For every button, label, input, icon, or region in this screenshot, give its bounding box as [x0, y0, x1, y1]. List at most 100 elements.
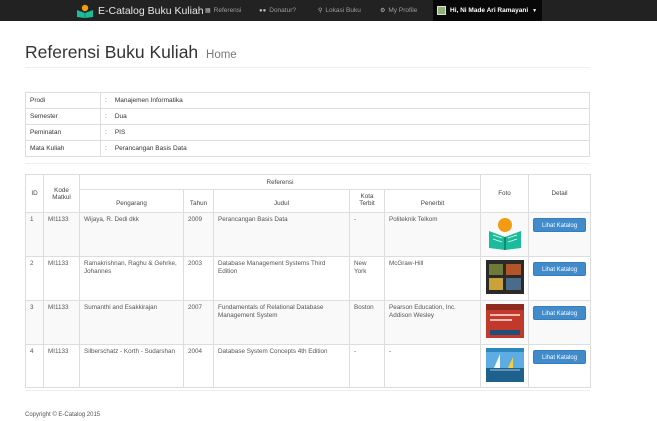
nav-my-profile-label: My Profile [388, 7, 418, 14]
header-divider [25, 67, 590, 68]
lihat-katalog-button[interactable]: Lihat Katalog [533, 305, 587, 320]
cell-kode: MI1133 [43, 212, 80, 257]
cell-foto [480, 343, 530, 389]
info-label: Mata Kuliah [25, 140, 101, 157]
info-row-mata-kuliah: Mata Kuliah : Perancangan Basis Data [25, 140, 590, 157]
cell-kode: MI1133 [43, 343, 80, 389]
section-divider [25, 163, 590, 164]
info-label: Semester [25, 108, 101, 125]
col-header-detail: Detail [528, 174, 592, 213]
info-row-peminatan: Peminatan : PIS [25, 124, 590, 141]
table-row: 3 MI1133 Sumanthi and Esakkirajan 2007 F… [25, 299, 592, 345]
col-header-penerbit: Penerbit [383, 189, 482, 213]
cell-kota: - [349, 212, 385, 257]
cell-tahun: 2009 [183, 212, 214, 257]
cell-kota: Boston [349, 299, 385, 345]
cell-tahun: 2003 [183, 255, 214, 301]
cell-foto [480, 255, 530, 301]
lihat-katalog-button[interactable]: Lihat Katalog [533, 218, 587, 232]
nav-donatur[interactable]: ●● Donatur? [259, 0, 296, 21]
user-menu-dropdown[interactable]: Hi, Ni Made Ari Ramayani ▼ [433, 0, 543, 21]
info-separator: : [99, 124, 111, 141]
page-title: Referensi Buku Kuliah Home [25, 42, 237, 63]
cell-judul: Perancangan Basis Data [213, 212, 350, 257]
cell-pengarang: Wijaya, R. Dedi dkk [79, 212, 184, 257]
cell-penerbit: McGraw-Hill [383, 255, 482, 301]
nav-referensi-label: Referensi [213, 7, 242, 14]
caret-down-icon: ▼ [532, 7, 538, 14]
brand-title: E-Catalog Buku Kuliah [98, 4, 204, 17]
nav-my-profile[interactable]: ⚙ My Profile [380, 0, 417, 21]
cell-kode: MI1133 [43, 255, 80, 301]
brand-link[interactable]: E-Catalog Buku Kuliah [76, 2, 204, 19]
info-separator: : [99, 140, 111, 157]
cell-judul: Database System Concepts 4th Edition [213, 343, 350, 389]
user-greeting: Hi, Ni Made Ari Ramayani [450, 7, 529, 14]
nav-lokasi-buku-label: Lokasi Buku [325, 7, 361, 14]
cell-detail: Lihat Katalog [528, 255, 592, 301]
book-cover-dark-image [485, 259, 524, 294]
cell-pengarang: Silberschatz - Korth - Sudarshan [79, 343, 184, 389]
cell-pengarang: Ramakrishnan, Raghu & Gehrke, Johannes [79, 255, 184, 301]
info-value: Perancangan Basis Data [110, 140, 590, 157]
info-value: Dua [110, 108, 590, 125]
references-table: ID Kode Matkul Referensi Foto Detail Pen… [25, 174, 592, 389]
book-cover-sailboat-image [485, 347, 524, 382]
info-separator: : [99, 108, 111, 125]
info-value: PIS [110, 124, 590, 141]
cell-foto [480, 299, 530, 345]
nav-lokasi-buku[interactable]: ⚲ Lokasi Buku [318, 0, 361, 21]
cell-penerbit: - [383, 343, 482, 389]
table-row: 2 MI1133 Ramakrishnan, Raghu & Gehrke, J… [25, 255, 592, 301]
cell-judul: Database Management Systems Third Editio… [213, 255, 350, 301]
cell-detail: Lihat Katalog [528, 299, 592, 345]
lihat-katalog-button[interactable]: Lihat Katalog [533, 261, 587, 276]
nav-donatur-label: Donatur? [269, 7, 296, 14]
course-info-table: Prodi : Manajemen Informatika Semester :… [25, 92, 590, 157]
page-title-text: Referensi Buku Kuliah [25, 42, 199, 62]
footer-copyright: Copyright © E-Catalog 2015 [25, 412, 101, 418]
cell-id: 2 [25, 255, 44, 301]
table-row: 1 MI1133 Wijaya, R. Dedi dkk 2009 Peranc… [25, 212, 592, 257]
cell-kota: - [349, 343, 385, 389]
col-header-tahun: Tahun [183, 189, 214, 213]
cell-detail: Lihat Katalog [528, 212, 592, 257]
book-icon: ▦ [205, 8, 211, 14]
cell-id: 4 [25, 343, 44, 389]
col-header-foto: Foto [480, 174, 530, 213]
col-header-pengarang: Pengarang [79, 189, 184, 213]
user-avatar-icon [437, 6, 446, 15]
info-separator: : [99, 92, 111, 109]
cell-foto [480, 212, 530, 257]
book-cover-reading-image [488, 218, 521, 250]
info-value: Manajemen Informatika [110, 92, 590, 109]
cell-id: 3 [25, 299, 44, 345]
col-header-id: ID [25, 174, 44, 213]
lihat-katalog-button[interactable]: Lihat Katalog [533, 349, 587, 364]
reading-logo-icon [77, 4, 93, 18]
cell-kota: New York [349, 255, 385, 301]
cell-kode: MI1133 [43, 299, 80, 345]
col-header-kota: Kota Terbit [349, 189, 385, 213]
cell-penerbit: Politeknik Telkom [383, 212, 482, 257]
table-row: 4 MI1133 Silberschatz - Korth - Sudarsha… [25, 343, 592, 389]
cell-id: 1 [25, 212, 44, 257]
col-header-judul: Judul [213, 189, 350, 213]
cell-tahun: 2004 [183, 343, 214, 389]
users-icon: ●● [259, 7, 267, 14]
cell-penerbit: Pearson Education, Inc. Addison Wesley [383, 299, 482, 345]
group-header-referensi: Referensi [78, 174, 482, 190]
info-label: Prodi [25, 92, 101, 109]
footer-divider [25, 390, 590, 391]
cell-detail: Lihat Katalog [528, 343, 592, 389]
gear-icon: ⚙ [380, 8, 386, 14]
info-label: Peminatan [25, 124, 101, 141]
info-row-prodi: Prodi : Manajemen Informatika [25, 92, 590, 109]
info-row-semester: Semester : Dua [25, 108, 590, 125]
map-marker-icon: ⚲ [318, 8, 323, 14]
page-subtitle: Home [206, 49, 237, 61]
col-header-kode: Kode Matkul [43, 174, 80, 213]
cell-pengarang: Sumanthi and Esakkirajan [79, 299, 184, 345]
nav-referensi[interactable]: ▦ Referensi [205, 0, 242, 21]
top-navbar: E-Catalog Buku Kuliah ▦ Referensi ●● Don… [0, 0, 657, 21]
